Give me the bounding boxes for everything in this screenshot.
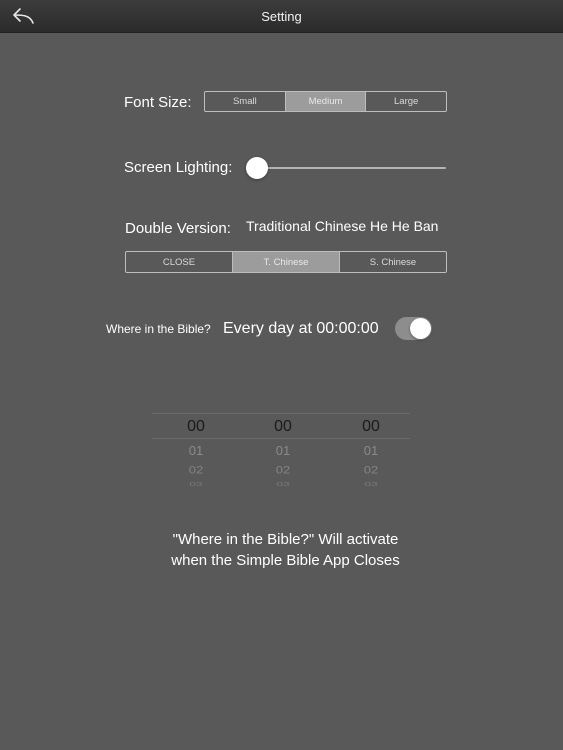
reminder-toggle-knob	[410, 318, 431, 339]
second-picker-value: 02	[363, 463, 379, 476]
double-version-simplified-chinese-segment[interactable]: S. Chinese	[340, 252, 446, 272]
double-version-close-segment[interactable]: CLOSE	[126, 252, 233, 272]
minute-picker-value: 02	[275, 463, 291, 476]
reminder-info-line-1: "Where in the Bible?" Will activate	[172, 531, 399, 548]
second-picker-column[interactable]: 00 01 02 03	[328, 413, 410, 488]
minute-picker-value: 00	[274, 418, 292, 435]
font-size-segmented-control: Small Medium Large	[204, 91, 447, 112]
reminder-toggle[interactable]	[395, 317, 432, 340]
reminder-label: Where in the Bible?	[106, 322, 211, 336]
double-version-current-value: Traditional Chinese He He Ban	[246, 218, 439, 234]
second-picker-value: 00	[362, 418, 380, 435]
second-picker-value: 01	[363, 443, 379, 458]
font-size-medium-segment[interactable]: Medium	[285, 92, 367, 111]
hour-picker-column[interactable]: 00 01 02 03	[153, 413, 239, 488]
reminder-schedule: Every day at 00:00:00	[223, 320, 379, 337]
time-picker: 00 01 02 03 00 01 02 03 00 01 02 03	[152, 413, 410, 488]
hour-picker-value: 03	[189, 480, 203, 488]
screen-lighting-label: Screen Lighting:	[124, 159, 233, 176]
hour-picker-value: 02	[188, 463, 204, 476]
hour-picker-value: 00	[187, 418, 205, 435]
hour-picker-value: 01	[188, 443, 204, 458]
double-version-label: Double Version:	[125, 220, 231, 237]
double-version-segmented-control: CLOSE T. Chinese S. Chinese	[125, 251, 447, 273]
settings-screen: Setting Font Size: Small Medium Large Sc…	[0, 0, 563, 750]
minute-picker-column[interactable]: 00 01 02 03	[240, 413, 326, 488]
font-size-small-segment[interactable]: Small	[205, 92, 286, 111]
minute-picker-value: 03	[276, 480, 290, 488]
reminder-info-note: "Where in the Bible?" Will activate when…	[100, 529, 471, 571]
minute-picker-value: 01	[275, 443, 291, 458]
nav-bar: Setting	[0, 0, 563, 33]
font-size-large-segment[interactable]: Large	[366, 92, 446, 111]
reminder-info-line-2: when the Simple Bible App Closes	[171, 552, 400, 569]
screen-lighting-slider-thumb[interactable]	[246, 157, 268, 179]
second-picker-value: 03	[364, 480, 378, 488]
font-size-label: Font Size:	[124, 94, 192, 111]
double-version-traditional-chinese-segment[interactable]: T. Chinese	[233, 252, 340, 272]
screen-lighting-slider[interactable]	[246, 157, 446, 179]
page-title: Setting	[261, 9, 302, 24]
